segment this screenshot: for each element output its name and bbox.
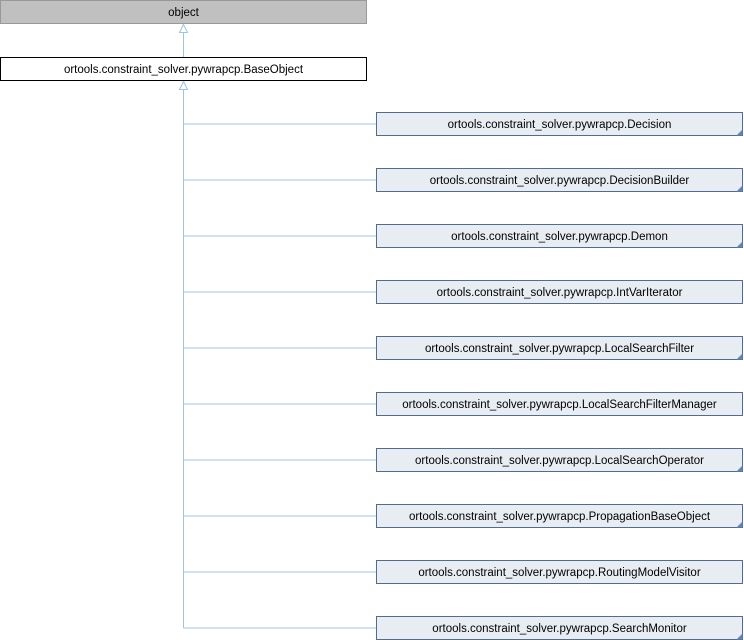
subclass-node-label: ortools.constraint_solver.pywrapcp.Local… — [415, 455, 704, 467]
subclass-node-label: ortools.constraint_solver.pywrapcp.Decis… — [448, 119, 672, 131]
subclass-node-label: ortools.constraint_solver.pywrapcp.Decis… — [430, 175, 690, 187]
subclass-node-label: ortools.constraint_solver.pywrapcp.Local… — [425, 343, 694, 355]
subclass-node[interactable]: ortools.constraint_solver.pywrapcp.Local… — [376, 448, 743, 472]
subclass-node-label: ortools.constraint_solver.pywrapcp.IntVa… — [437, 287, 683, 299]
inheritance-edges — [178, 23, 377, 629]
subclass-node-label: ortools.constraint_solver.pywrapcp.Searc… — [432, 623, 687, 635]
subclass-node[interactable]: ortools.constraint_solver.pywrapcp.Decis… — [376, 112, 743, 136]
subclass-node[interactable]: ortools.constraint_solver.pywrapcp.Decis… — [376, 168, 743, 192]
subclass-node[interactable]: ortools.constraint_solver.pywrapcp.Routi… — [376, 560, 743, 584]
node-base-object-label: ortools.constraint_solver.pywrapcp.BaseO… — [64, 64, 304, 76]
subclass-node[interactable]: ortools.constraint_solver.pywrapcp.Local… — [376, 336, 743, 360]
subclass-node-label: ortools.constraint_solver.pywrapcp.Demon — [451, 231, 668, 243]
subclass-node-label: ortools.constraint_solver.pywrapcp.Local… — [402, 399, 717, 411]
node-object[interactable]: object — [0, 0, 367, 24]
node-base-object[interactable]: ortools.constraint_solver.pywrapcp.BaseO… — [0, 57, 367, 81]
subclass-node-label: ortools.constraint_solver.pywrapcp.Routi… — [418, 567, 700, 579]
subclass-node[interactable]: ortools.constraint_solver.pywrapcp.Searc… — [376, 616, 743, 640]
node-object-label: object — [168, 7, 199, 19]
subclass-nodes: ortools.constraint_solver.pywrapcp.Decis… — [376, 112, 743, 640]
edge-arrow-object — [178, 23, 189, 33]
edge-arrow-base-object — [178, 80, 189, 90]
subclass-node[interactable]: ortools.constraint_solver.pywrapcp.Local… — [376, 392, 743, 416]
subclass-node[interactable]: ortools.constraint_solver.pywrapcp.IntVa… — [376, 280, 743, 304]
subclass-node-label: ortools.constraint_solver.pywrapcp.Propa… — [409, 511, 711, 523]
inheritance-diagram: object ortools.constraint_solver.pywrapc… — [0, 0, 743, 640]
subclass-node[interactable]: ortools.constraint_solver.pywrapcp.Demon — [376, 224, 743, 248]
subclass-node[interactable]: ortools.constraint_solver.pywrapcp.Propa… — [376, 504, 743, 528]
